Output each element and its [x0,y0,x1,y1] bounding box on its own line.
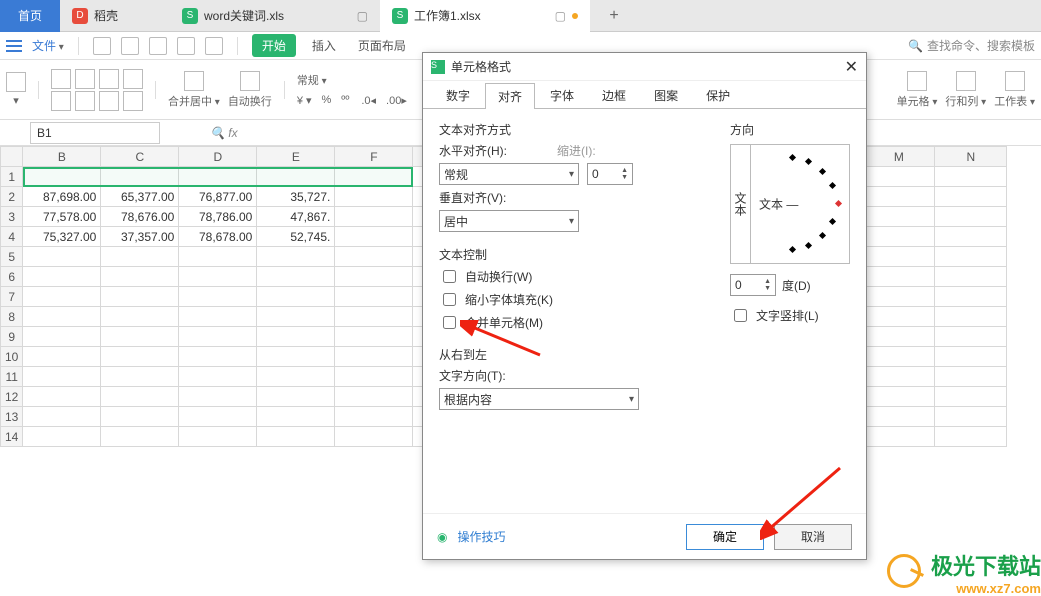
close-icon[interactable]: ✕ [845,57,858,77]
fx-icon[interactable]: 🔍 fx [210,126,238,140]
cancel-button[interactable]: 取消 [774,524,852,550]
tab-docer[interactable]: D 稻壳 [60,0,170,32]
valign-select[interactable]: 居中 [439,210,579,232]
menu-start[interactable]: 开始 [252,34,296,57]
app-icon: S [431,60,445,74]
toolbar-icon[interactable] [149,37,167,55]
toolbar-icon[interactable] [205,37,223,55]
toolbar-icon[interactable] [93,37,111,55]
toolbar-icon[interactable] [177,37,195,55]
indent-label: 缩进(I): [557,142,596,159]
sheet-group[interactable]: 工作表 [994,71,1035,109]
col-header[interactable]: D [179,147,257,167]
merge-checkbox[interactable]: 合并单元格(M) [439,313,699,332]
indent-spin[interactable]: 0▲▼ [587,163,633,185]
degree-label: 度(D) [782,277,811,294]
col-header[interactable]: B [23,147,101,167]
halign-select[interactable]: 常规 [439,163,579,185]
search-icon: 🔍 [908,39,923,53]
close-icon[interactable]: ▢ [357,9,368,23]
cell[interactable]: 52,745. [257,227,335,247]
cell-format-dialog: S 单元格格式 ✕ 数字 对齐 字体 边框 图案 保护 文本对齐方式 水平对齐(… [422,52,867,560]
textdir-select[interactable]: 根据内容 [439,388,639,410]
orient-vertical-label: 文本 [731,145,751,263]
rowcol-group[interactable]: 行和列 [945,71,986,109]
hamburger-icon[interactable] [6,40,22,52]
direction-group-label: 方向 [730,121,850,138]
ctrl-group-label: 文本控制 [439,246,699,263]
document-tabbar: 首页 D 稻壳 S word关键词.xls ▢ S 工作簿1.xlsx ▢ + [0,0,1041,32]
xls-icon: S [182,8,198,24]
dialog-title: 单元格格式 [451,58,511,75]
merge-center[interactable]: 合并居中 [168,71,220,109]
tab-alignment[interactable]: 对齐 [485,83,535,109]
cell[interactable]: 75,327.00 [23,227,101,247]
vertical-text-checkbox[interactable]: 文字竖排(L) [730,306,850,325]
degree-spin[interactable]: 0▲▼ [730,274,776,296]
unsaved-dot-icon [572,13,578,19]
tab-border[interactable]: 边框 [589,82,639,108]
xlsx-icon: S [392,8,408,24]
cell[interactable]: 78,676.00 [101,207,179,227]
cell[interactable]: 47,867. [257,207,335,227]
shrink-checkbox[interactable]: 缩小字体填充(K) [439,290,699,309]
cell-group[interactable]: 单元格 [897,71,938,109]
tab-add[interactable]: + [590,0,638,32]
paste-group[interactable]: ▾ [6,72,26,107]
ok-button[interactable]: 确定 [686,524,764,550]
tab-protect[interactable]: 保护 [693,82,743,108]
cell[interactable]: 35,727. [257,187,335,207]
wrap-text[interactable]: 自动换行 [228,71,272,109]
valign-label: 垂直对齐(V): [439,189,506,206]
cell[interactable]: 37,357.00 [101,227,179,247]
tips-link[interactable]: 操作技巧 [457,528,505,545]
cell[interactable]: 78,678.00 [179,227,257,247]
rtl-group-label: 从右到左 [439,346,699,363]
tab-xls1[interactable]: S word关键词.xls ▢ [170,0,380,32]
menu-layout[interactable]: 页面布局 [352,37,412,54]
corner-cell[interactable] [1,147,23,167]
textdir-label: 文字方向(T): [439,367,699,384]
cell[interactable]: 76,877.00 [179,187,257,207]
restore-icon[interactable]: ▢ [555,9,566,23]
row-header[interactable]: 4 [1,227,23,247]
dialog-titlebar[interactable]: S 单元格格式 ✕ [423,53,866,81]
align-group[interactable] [51,69,143,111]
col-header[interactable]: F [335,147,413,167]
halign-label: 水平对齐(H): [439,142,549,159]
toolbar-icon[interactable] [121,37,139,55]
cell[interactable]: 78,786.00 [179,207,257,227]
command-search[interactable]: 🔍 查找命令、搜索模板 [908,37,1035,54]
tab-font[interactable]: 字体 [537,82,587,108]
col-header[interactable]: M [863,147,935,167]
docer-icon: D [72,8,88,24]
row-header[interactable]: 2 [1,187,23,207]
row-header[interactable]: 1 [1,167,23,187]
orient-center-label: 文本 — [759,196,798,213]
wrap-checkbox[interactable]: 自动换行(W) [439,267,699,286]
tips-icon: ◉ [437,530,447,544]
number-format[interactable]: 常规 ¥ ▾%ºº .0◂.00▸ [297,72,407,107]
name-box[interactable]: B1 [30,122,160,144]
col-header[interactable]: C [101,147,179,167]
tab-xlsx-active[interactable]: S 工作簿1.xlsx ▢ [380,0,590,32]
row-header[interactable]: 3 [1,207,23,227]
cell[interactable]: 77,578.00 [23,207,101,227]
cell[interactable]: 65,377.00 [101,187,179,207]
menu-insert[interactable]: 插入 [306,37,342,54]
orientation-control[interactable]: 文本 文本 — [730,144,850,264]
col-header[interactable]: E [257,147,335,167]
dialog-tabs: 数字 对齐 字体 边框 图案 保护 [423,81,866,109]
cell[interactable]: 87,698.00 [23,187,101,207]
tab-pattern[interactable]: 图案 [641,82,691,108]
tab-home[interactable]: 首页 [0,0,60,32]
tab-number[interactable]: 数字 [433,82,483,108]
col-header[interactable]: N [935,147,1007,167]
align-group-label: 文本对齐方式 [439,121,699,138]
menu-file[interactable]: 文件 [32,37,64,54]
